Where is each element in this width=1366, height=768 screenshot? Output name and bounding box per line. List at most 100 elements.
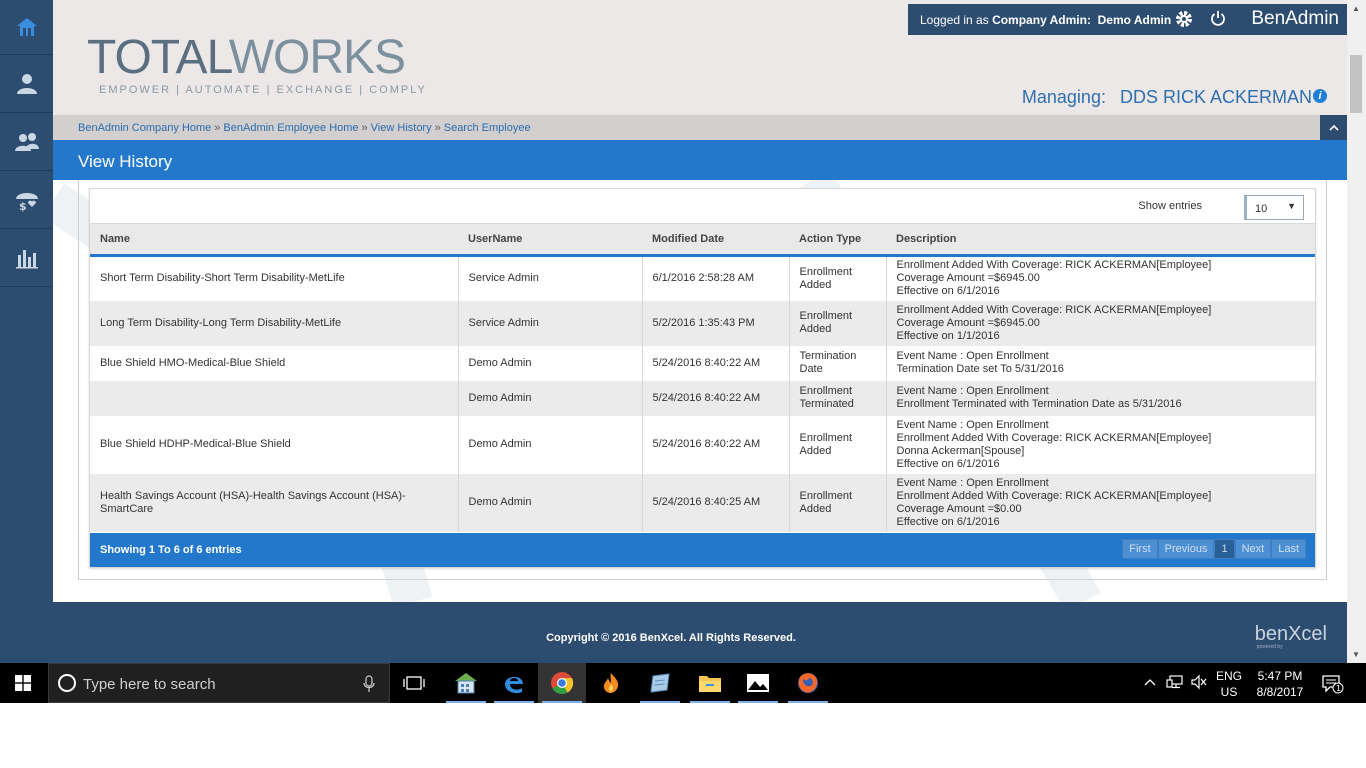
app-running-indicator (542, 701, 582, 703)
desc-line: Event Name : Open Enrollment (896, 350, 1049, 362)
column-header-action-type[interactable]: Action Type (789, 224, 886, 256)
managing-employee-name: DDS RICK ACKERMAN (1119, 87, 1312, 107)
benadmin-brand: BenAdmin (1251, 8, 1339, 29)
pager-page-1-button[interactable]: 1 (1214, 539, 1235, 559)
page-footer: Copyright © 2016 BenXcel. All Rights Res… (53, 602, 1347, 663)
page-header: TOTALWORKS EMPOWER | AUTOMATE | EXCHANGE… (53, 0, 1347, 115)
breadcrumb-search-employee[interactable]: Search Employee (444, 122, 531, 134)
task-view-icon (403, 676, 425, 690)
login-status: Logged in as Company Admin: Demo Admin (920, 13, 1171, 27)
column-header-description[interactable]: Description (886, 224, 1315, 256)
start-button[interactable] (0, 663, 46, 703)
table-row[interactable]: Short Term Disability-Short Term Disabil… (90, 255, 1315, 301)
info-icon[interactable]: i (1313, 89, 1327, 103)
table-row[interactable]: Long Term Disability-Long Term Disabilit… (90, 300, 1315, 346)
cell-name: Blue Shield HDHP-Medical-Blue Shield (100, 438, 291, 450)
breadcrumb-view-history[interactable]: View History (371, 122, 432, 134)
login-role: Company Admin: (992, 12, 1091, 27)
desc-line: Termination Date set To 5/31/2016 (896, 363, 1064, 375)
pager-next-button[interactable]: Next (1234, 539, 1272, 559)
showing-entries-text: Showing 1 To 6 of 6 entries (100, 544, 242, 556)
taskbar-app-chrome[interactable] (538, 663, 586, 703)
show-entries-label: Show entries (1138, 200, 1202, 212)
vertical-scrollbar[interactable]: ▲ ▼ (1347, 0, 1366, 663)
totalworks-logo[interactable]: TOTALWORKS (87, 30, 406, 85)
action-line: Added (799, 323, 832, 335)
scroll-down-arrow-icon[interactable]: ▼ (1352, 650, 1360, 659)
microphone-icon[interactable] (363, 675, 375, 693)
table-row[interactable]: Demo Admin 5/24/2016 8:40:22 AM Enrollme… (90, 380, 1315, 416)
cell-modified-date: 5/24/2016 8:40:22 AM (641, 415, 789, 474)
volume-muted-icon[interactable] (1190, 674, 1208, 695)
breadcrumb-company-home[interactable]: BenAdmin Company Home (78, 122, 211, 134)
taskbar-app-firefox-flame[interactable] (587, 663, 635, 703)
sidebar-item-employee[interactable] (0, 55, 53, 113)
windows-logo-icon (15, 675, 31, 691)
grid-footer: Showing 1 To 6 of 6 entries First Previo… (90, 533, 1315, 567)
calculator-house-icon (455, 673, 477, 694)
taskbar-app-edge[interactable] (490, 663, 538, 703)
benxcel-logo: benXcel powered by (1255, 623, 1327, 650)
app-running-indicator (494, 701, 534, 703)
cell-action-type: Enrollment Terminated (788, 380, 886, 416)
power-icon[interactable] (1210, 10, 1226, 31)
pager-last-button[interactable]: Last (1271, 539, 1306, 559)
notepad-icon (650, 673, 670, 693)
table-row[interactable]: Blue Shield HMO-Medical-Blue Shield Demo… (90, 345, 1315, 381)
edge-icon (505, 676, 523, 694)
taskbar-search-box[interactable]: Type here to search (48, 663, 390, 703)
app-running-indicator (788, 701, 828, 703)
taskbar-app-firefox[interactable] (784, 663, 832, 703)
column-header-modified-date[interactable]: Modified Date (642, 224, 789, 256)
sidebar-item-users[interactable] (0, 113, 53, 171)
managing-label: Managing: DDS RICK ACKERMAN (1022, 87, 1312, 108)
entries-per-page-select[interactable]: 10 ▼ (1244, 195, 1304, 220)
collapse-header-button[interactable] (1320, 115, 1347, 140)
cell-username: Demo Admin (457, 345, 642, 381)
cell-username: Demo Admin (457, 380, 642, 416)
sidebar-item-benefits[interactable]: $ (0, 171, 53, 229)
desc-line: Enrollment Added With Coverage: RICK ACK… (896, 303, 1212, 316)
clock-time: 5:47 PM (1257, 669, 1303, 683)
breadcrumb-separator: » (214, 122, 221, 134)
table-header-row: Name UserName Modified Date Action Type … (90, 223, 1315, 256)
breadcrumb-employee-home[interactable]: BenAdmin Employee Home (223, 122, 358, 134)
column-header-name[interactable]: Name (90, 224, 458, 256)
cell-name: Short Term Disability-Short Term Disabil… (100, 272, 345, 285)
taskbar-clock[interactable]: 5:47 PM 8/8/2017 (1253, 668, 1307, 700)
pager-previous-button[interactable]: Previous (1157, 539, 1215, 559)
taskbar-app-notes[interactable] (636, 663, 684, 703)
show-hidden-icons-chevron-icon[interactable] (1143, 675, 1157, 690)
desc-line: Coverage Amount =$0.00 (896, 502, 1022, 515)
desc-line: Effective on 6/1/2016 (896, 457, 1000, 470)
cell-action-type: Enrollment Added (788, 473, 886, 532)
scrollbar-thumb[interactable] (1350, 55, 1362, 113)
breadcrumb: BenAdmin Company Home» BenAdmin Employee … (78, 122, 531, 134)
sidebar-item-home[interactable] (0, 0, 53, 55)
pagination: First Previous 1 Next Last (1122, 539, 1306, 559)
main-page: TOTALWORKS EMPOWER | AUTOMATE | EXCHANGE… (53, 0, 1347, 663)
table-row[interactable]: Blue Shield HDHP-Medical-Blue Shield Dem… (90, 415, 1315, 474)
desc-line: Event Name : Open Enrollment (896, 385, 1049, 397)
history-grid: Show entries 10 ▼ Name UserName Modified… (89, 188, 1316, 568)
task-view-button[interactable] (390, 663, 438, 703)
cell-action-type: Enrollment Added (788, 415, 886, 474)
pager-first-button[interactable]: First (1122, 539, 1158, 559)
history-table: Name UserName Modified Date Action Type … (90, 223, 1315, 532)
action-center-icon[interactable]: 1 (1322, 674, 1344, 699)
users-icon (14, 132, 39, 151)
taskbar-app-photos[interactable] (734, 663, 782, 703)
taskbar-app-file-explorer[interactable] (686, 663, 734, 703)
action-line: Added (799, 502, 832, 515)
entries-select-value: 10 (1255, 203, 1268, 215)
table-row[interactable]: Health Savings Account (HSA)-Health Savi… (90, 473, 1315, 532)
gear-icon[interactable] (1174, 9, 1194, 34)
action-line: Enrollment (799, 489, 853, 502)
scroll-up-arrow-icon[interactable]: ▲ (1352, 4, 1360, 13)
network-icon[interactable] (1166, 674, 1184, 695)
input-language-indicator[interactable]: ENG US (1216, 668, 1242, 700)
taskbar-app-calculator[interactable] (442, 663, 490, 703)
column-header-username[interactable]: UserName (458, 224, 642, 256)
sidebar-item-reports[interactable] (0, 229, 53, 287)
cell-modified-date: 5/24/2016 8:40:25 AM (641, 473, 789, 532)
